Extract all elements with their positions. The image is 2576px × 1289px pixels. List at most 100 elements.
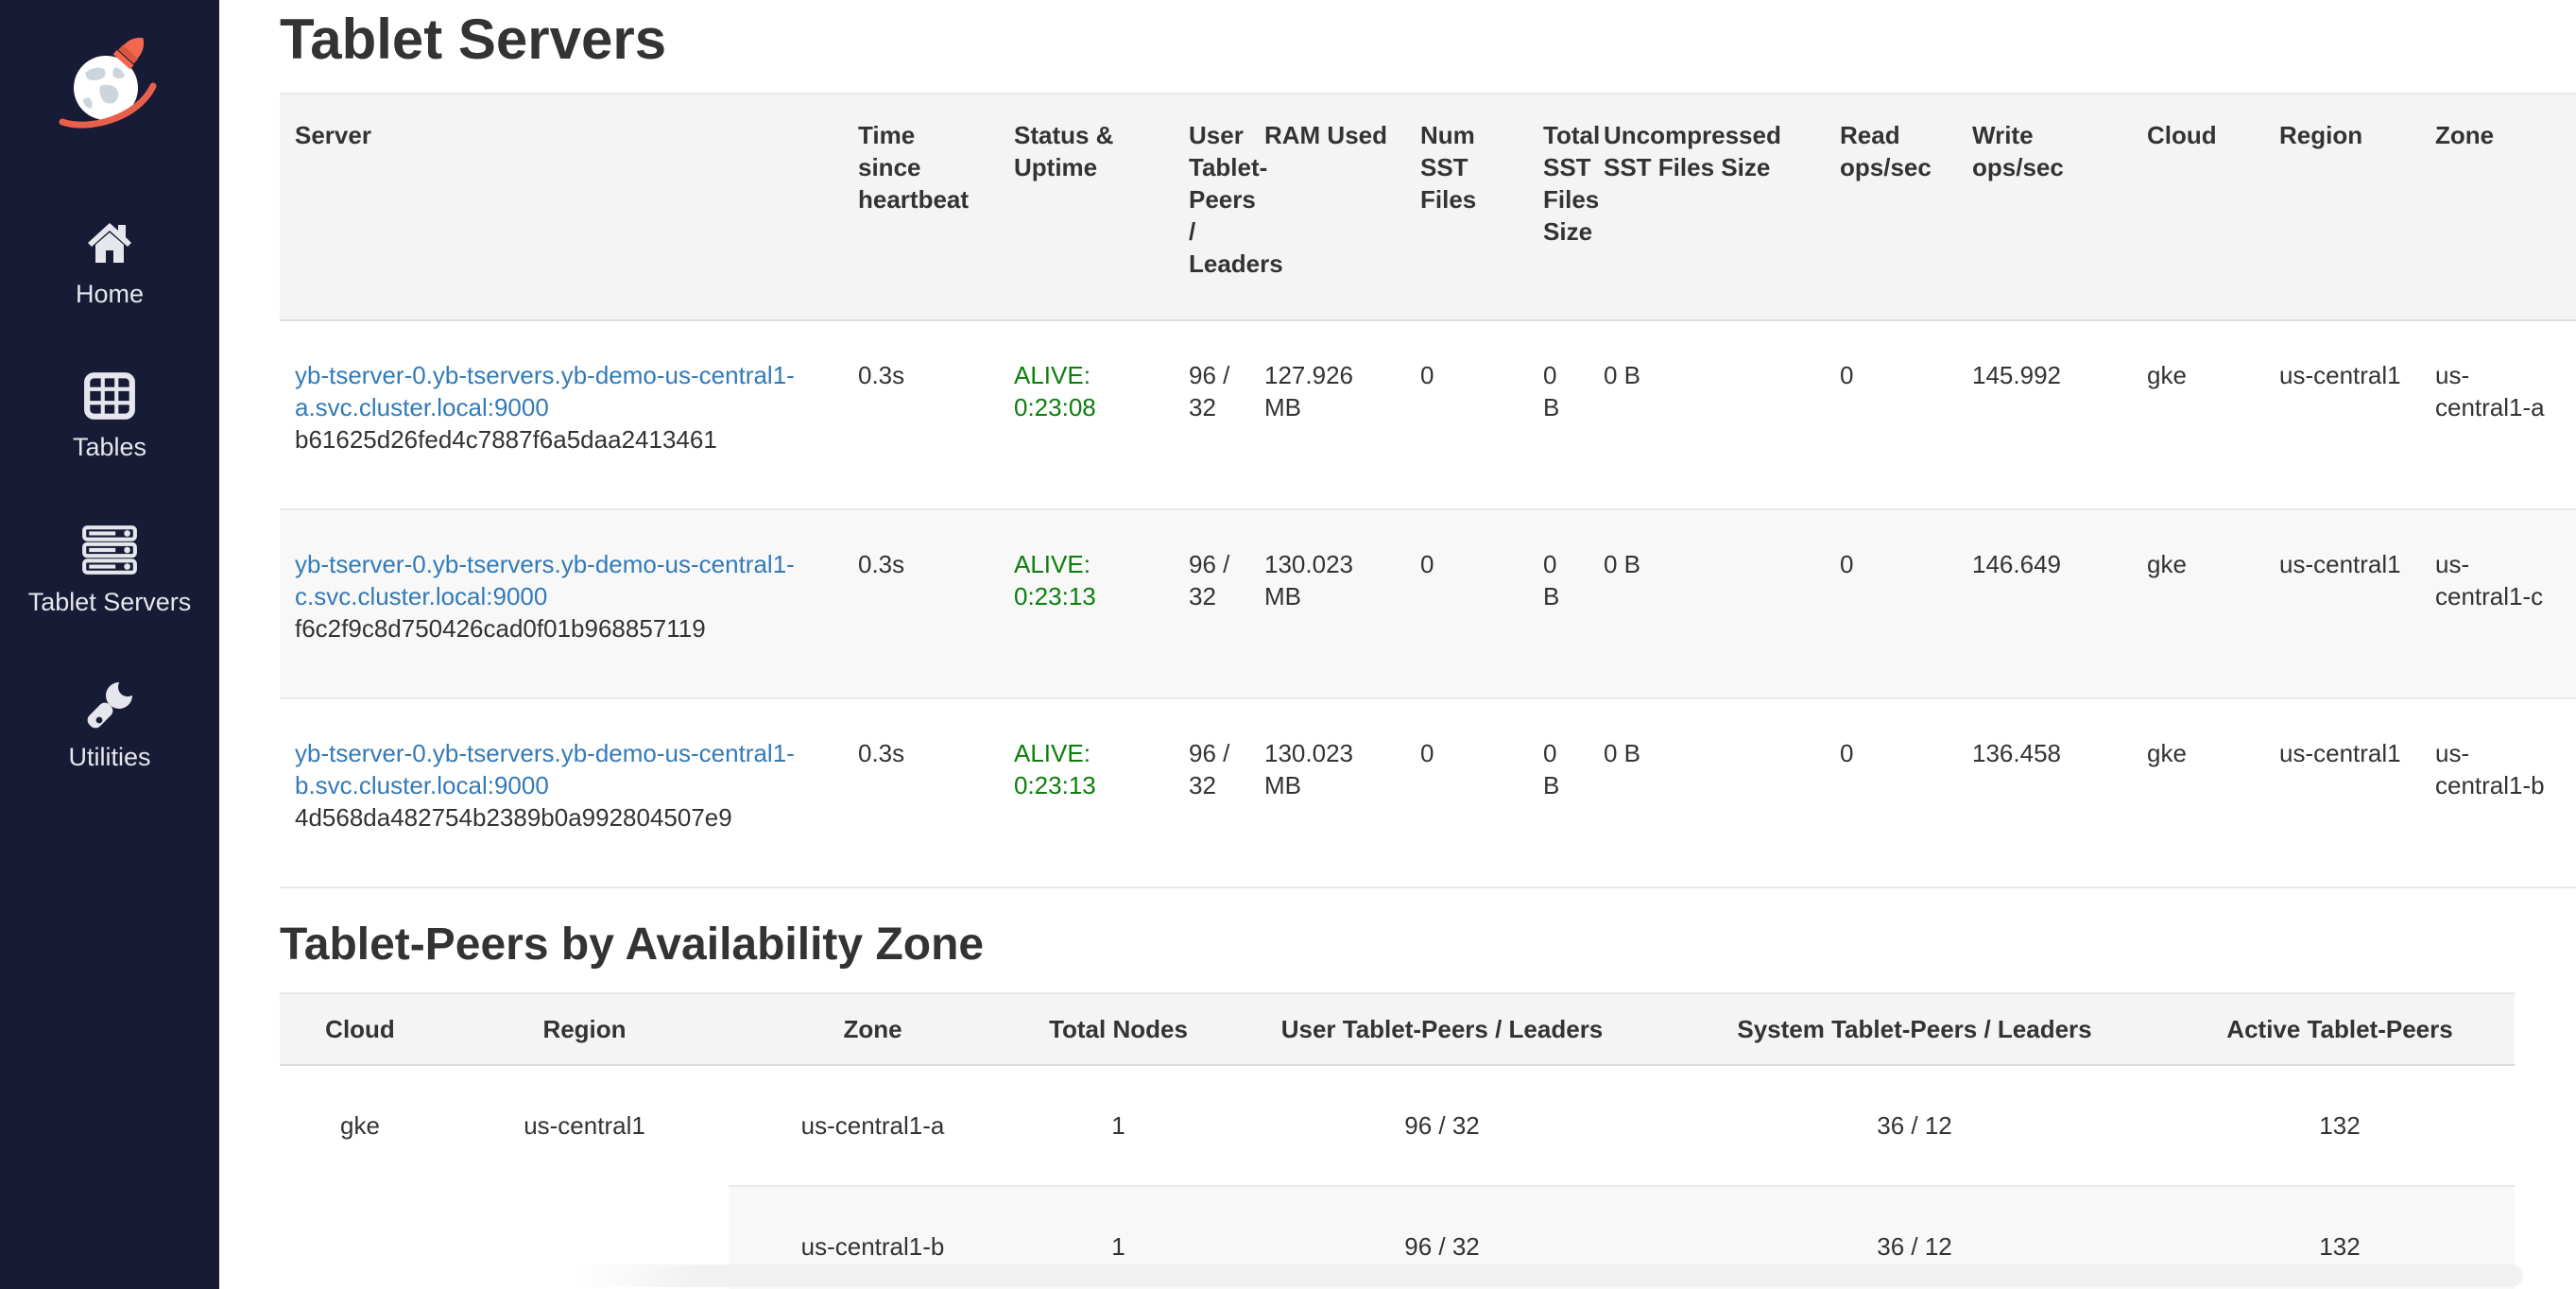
status-cell: ALIVE: 0:23:13	[999, 509, 1174, 698]
read-ops-cell: 0	[1825, 509, 1957, 698]
server-cell: yb-tserver-0.yb-tservers.yb-demo-us-cent…	[280, 509, 843, 698]
server-link[interactable]: yb-tserver-0.yb-tservers.yb-demo-us-cent…	[295, 361, 795, 421]
ram-used-cell: 127.926 MB	[1249, 320, 1405, 509]
col-zone: Zone	[729, 993, 1017, 1065]
region-cell: us-central1	[2264, 320, 2420, 509]
zone-cell: us-central1-a	[2420, 320, 2576, 509]
az-section-title: Tablet-Peers by Availability Zone	[280, 920, 2576, 970]
cloud-cell: gke	[2132, 320, 2264, 509]
uncompressed-sst-cell: 0 B	[1589, 509, 1825, 698]
main-content: Tablet Servers Server Time since heartbe…	[219, 0, 2576, 1289]
col-user-tablet-peers: User Tablet-Peers / Leaders	[1220, 993, 1664, 1065]
cloud-cell: gke	[2132, 698, 2264, 887]
yugabytedb-logo-icon	[57, 31, 163, 129]
user-tablet-peers-cell: 96 / 32	[1174, 509, 1249, 698]
sidebar-nav: Home Tables	[0, 215, 219, 771]
user-tablet-peers-cell: 96 / 32	[1174, 698, 1249, 887]
col-cloud: Cloud	[2132, 94, 2264, 320]
col-region: Region	[440, 993, 729, 1065]
sidebar: Home Tables	[0, 0, 219, 1289]
col-total-nodes: Total Nodes	[1017, 993, 1220, 1065]
user-tablet-peers-cell: 96 / 32	[1220, 1065, 1664, 1186]
sidebar-item-tablet-servers[interactable]: Tablet Servers	[0, 524, 219, 616]
zone-cell: us-central1-a	[729, 1065, 1017, 1186]
tablet-servers-table: Server Time since heartbeat Status & Upt…	[280, 93, 2576, 888]
server-uuid: f6c2f9c8d750426cad0f01b968857119	[295, 612, 828, 644]
col-cloud: Cloud	[280, 993, 440, 1065]
heartbeat-cell: 0.3s	[843, 698, 999, 887]
sidebar-item-label: Home	[76, 280, 144, 308]
server-cell: yb-tserver-0.yb-tservers.yb-demo-us-cent…	[280, 320, 843, 509]
tables-icon	[82, 370, 137, 421]
col-uncompressed-sst: Uncompressed SST Files Size	[1589, 94, 1825, 320]
col-user-tablet-peers: User Tablet-Peers / Leaders	[1174, 94, 1249, 320]
read-ops-cell: 0	[1825, 320, 1957, 509]
system-tablet-peers-cell: 36 / 12	[1664, 1065, 2165, 1186]
tablet-peers-by-az-table: Cloud Region Zone Total Nodes User Table…	[280, 992, 2515, 1289]
az-header-row: Cloud Region Zone Total Nodes User Table…	[280, 993, 2515, 1065]
table-row: yb-tserver-0.yb-tservers.yb-demo-us-cent…	[280, 320, 2576, 509]
total-sst-cell: 0 B	[1528, 509, 1589, 698]
zone-cell: us-central1-c	[2420, 509, 2576, 698]
server-uuid: b61625d26fed4c7887f6a5daa2413461	[295, 423, 828, 455]
num-sst-cell: 0	[1405, 320, 1528, 509]
total-nodes-cell: 1	[1017, 1065, 1220, 1186]
sidebar-item-label: Utilities	[68, 743, 150, 771]
col-zone: Zone	[2420, 94, 2576, 320]
col-num-sst: Num SST Files	[1405, 94, 1528, 320]
utilities-icon	[82, 679, 137, 731]
status-cell: ALIVE: 0:23:08	[999, 320, 1174, 509]
col-heartbeat: Time since heartbeat	[843, 94, 999, 320]
heartbeat-cell: 0.3s	[843, 509, 999, 698]
sidebar-item-label: Tablet Servers	[28, 588, 192, 616]
cloud-cell: gke	[2132, 509, 2264, 698]
sidebar-item-home[interactable]: Home	[0, 215, 219, 308]
write-ops-cell: 145.992	[1957, 320, 2132, 509]
active-tablet-peers-cell: 132	[2165, 1065, 2515, 1186]
total-sst-cell: 0 B	[1528, 698, 1589, 887]
num-sst-cell: 0	[1405, 509, 1528, 698]
cloud-cell: gke	[280, 1065, 440, 1289]
uncompressed-sst-cell: 0 B	[1589, 320, 1825, 509]
table-row: yb-tserver-0.yb-tservers.yb-demo-us-cent…	[280, 698, 2576, 887]
write-ops-cell: 136.458	[1957, 698, 2132, 887]
col-status: Status & Uptime	[999, 94, 1174, 320]
tablet-servers-icon	[80, 524, 139, 576]
region-cell: us-central1	[2264, 698, 2420, 887]
uncompressed-sst-cell: 0 B	[1589, 698, 1825, 887]
yugabytedb-logo[interactable]	[57, 28, 163, 132]
tserver-header-row: Server Time since heartbeat Status & Upt…	[280, 94, 2576, 320]
server-cell: yb-tserver-0.yb-tservers.yb-demo-us-cent…	[280, 698, 843, 887]
page: Home Tables	[0, 0, 2576, 1289]
table-row: yb-tserver-0.yb-tservers.yb-demo-us-cent…	[280, 509, 2576, 698]
write-ops-cell: 146.649	[1957, 509, 2132, 698]
region-cell: us-central1	[2264, 509, 2420, 698]
az-row: gke us-central1 us-central1-a 1 96 / 32 …	[280, 1065, 2515, 1186]
status-cell: ALIVE: 0:23:13	[999, 698, 1174, 887]
col-total-sst: Total SST Files Size	[1528, 94, 1589, 320]
page-title: Tablet Servers	[280, 9, 2576, 70]
server-link[interactable]: yb-tserver-0.yb-tservers.yb-demo-us-cent…	[295, 550, 795, 610]
col-system-tablet-peers: System Tablet-Peers / Leaders	[1664, 993, 2165, 1065]
col-ram-used: RAM Used	[1249, 94, 1405, 320]
heartbeat-cell: 0.3s	[843, 320, 999, 509]
col-server: Server	[280, 94, 843, 320]
ram-used-cell: 130.023 MB	[1249, 698, 1405, 887]
sidebar-item-utilities[interactable]: Utilities	[0, 679, 219, 771]
zone-cell: us-central1-b	[2420, 698, 2576, 887]
user-tablet-peers-cell: 96 / 32	[1174, 320, 1249, 509]
num-sst-cell: 0	[1405, 698, 1528, 887]
region-cell: us-central1	[440, 1065, 729, 1289]
sidebar-item-tables[interactable]: Tables	[0, 370, 219, 461]
ram-used-cell: 130.023 MB	[1249, 509, 1405, 698]
read-ops-cell: 0	[1825, 698, 1957, 887]
server-uuid: 4d568da482754b2389b0a992804507e9	[295, 801, 828, 834]
server-link[interactable]: yb-tserver-0.yb-tservers.yb-demo-us-cent…	[295, 739, 795, 799]
sidebar-item-label: Tables	[73, 433, 146, 461]
horizontal-scrollbar[interactable]	[576, 1264, 2523, 1287]
col-active-tablet-peers: Active Tablet-Peers	[2165, 993, 2515, 1065]
total-sst-cell: 0 B	[1528, 320, 1589, 509]
home-icon	[82, 215, 137, 268]
col-region: Region	[2264, 94, 2420, 320]
col-read-ops: Read ops/sec	[1825, 94, 1957, 320]
